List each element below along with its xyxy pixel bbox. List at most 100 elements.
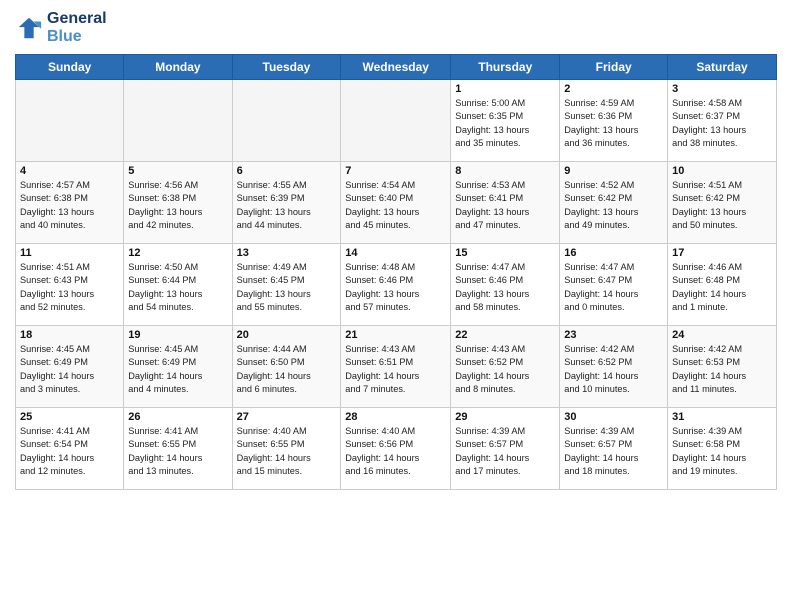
day-number: 14 — [345, 247, 446, 259]
calendar-cell: 20 Sunrise: 4:44 AM Sunset: 6:50 PM Dayli… — [232, 326, 341, 408]
day-number: 19 — [128, 329, 227, 341]
calendar-cell: 10 Sunrise: 4:51 AM Sunset: 6:42 PM Dayli… — [668, 162, 777, 244]
logo-icon — [15, 14, 43, 42]
day-info: Sunrise: 4:52 AM Sunset: 6:42 PM Dayligh… — [564, 179, 663, 232]
calendar-cell: 8Sunrise: 4:53 AM Sunset: 6:41 PM Daylig… — [451, 162, 560, 244]
day-info: Sunrise: 4:39 AM Sunset: 6:57 PM Dayligh… — [455, 425, 555, 478]
day-number: 20 — [237, 329, 337, 341]
calendar-cell: 31 Sunrise: 4:39 AM Sunset: 6:58 PM Dayli… — [668, 408, 777, 490]
day-number: 23 — [564, 329, 663, 341]
calendar-week-4: 18 Sunrise: 4:45 AM Sunset: 6:49 PM Dayli… — [16, 326, 777, 408]
calendar-cell: 16 Sunrise: 4:47 AM Sunset: 6:47 PM Dayli… — [560, 244, 668, 326]
day-info: Sunrise: 4:49 AM Sunset: 6:45 PM Dayligh… — [237, 261, 337, 314]
weekday-header-thursday: Thursday — [451, 55, 560, 80]
day-number: 13 — [237, 247, 337, 259]
calendar-week-5: 25Sunrise: 4:41 AM Sunset: 6:54 PM Dayli… — [16, 408, 777, 490]
day-info: Sunrise: 4:39 AM Sunset: 6:58 PM Dayligh… — [672, 425, 772, 478]
calendar-cell: 6Sunrise: 4:55 AM Sunset: 6:39 PM Daylig… — [232, 162, 341, 244]
day-number: 2 — [564, 83, 663, 95]
calendar-cell: 17Sunrise: 4:46 AM Sunset: 6:48 PM Dayli… — [668, 244, 777, 326]
calendar-cell: 13 Sunrise: 4:49 AM Sunset: 6:45 PM Dayli… — [232, 244, 341, 326]
calendar-week-2: 4 Sunrise: 4:57 AM Sunset: 6:38 PM Daylig… — [16, 162, 777, 244]
day-number: 12 — [128, 247, 227, 259]
header: General Blue — [15, 10, 777, 46]
day-info: Sunrise: 4:47 AM Sunset: 6:46 PM Dayligh… — [455, 261, 555, 314]
day-info: Sunrise: 4:51 AM Sunset: 6:42 PM Dayligh… — [672, 179, 772, 232]
calendar-table: SundayMondayTuesdayWednesdayThursdayFrid… — [15, 54, 777, 490]
day-info: Sunrise: 4:55 AM Sunset: 6:39 PM Dayligh… — [237, 179, 337, 232]
day-info: Sunrise: 4:40 AM Sunset: 6:56 PM Dayligh… — [345, 425, 446, 478]
day-info: Sunrise: 4:45 AM Sunset: 6:49 PM Dayligh… — [20, 343, 119, 396]
calendar-cell: 15Sunrise: 4:47 AM Sunset: 6:46 PM Dayli… — [451, 244, 560, 326]
day-number: 26 — [128, 411, 227, 423]
day-info: Sunrise: 4:41 AM Sunset: 6:55 PM Dayligh… — [128, 425, 227, 478]
calendar-week-1: 1 Sunrise: 5:00 AM Sunset: 6:35 PM Daylig… — [16, 80, 777, 162]
day-info: Sunrise: 4:44 AM Sunset: 6:50 PM Dayligh… — [237, 343, 337, 396]
day-number: 22 — [455, 329, 555, 341]
calendar-cell: 24 Sunrise: 4:42 AM Sunset: 6:53 PM Dayli… — [668, 326, 777, 408]
day-number: 28 — [345, 411, 446, 423]
day-number: 1 — [455, 83, 555, 95]
calendar-cell: 7 Sunrise: 4:54 AM Sunset: 6:40 PM Daylig… — [341, 162, 451, 244]
calendar-cell: 5Sunrise: 4:56 AM Sunset: 6:38 PM Daylig… — [124, 162, 232, 244]
day-info: Sunrise: 4:54 AM Sunset: 6:40 PM Dayligh… — [345, 179, 446, 232]
calendar-cell: 14 Sunrise: 4:48 AM Sunset: 6:46 PM Dayli… — [341, 244, 451, 326]
day-number: 27 — [237, 411, 337, 423]
calendar-cell: 4 Sunrise: 4:57 AM Sunset: 6:38 PM Daylig… — [16, 162, 124, 244]
day-number: 9 — [564, 165, 663, 177]
day-number: 11 — [20, 247, 119, 259]
calendar-cell: 28 Sunrise: 4:40 AM Sunset: 6:56 PM Dayli… — [341, 408, 451, 490]
day-number: 24 — [672, 329, 772, 341]
calendar-cell: 30Sunrise: 4:39 AM Sunset: 6:57 PM Dayli… — [560, 408, 668, 490]
day-number: 7 — [345, 165, 446, 177]
calendar-cell: 18 Sunrise: 4:45 AM Sunset: 6:49 PM Dayli… — [16, 326, 124, 408]
day-info: Sunrise: 4:59 AM Sunset: 6:36 PM Dayligh… — [564, 97, 663, 150]
calendar-cell: 23 Sunrise: 4:42 AM Sunset: 6:52 PM Dayli… — [560, 326, 668, 408]
calendar-cell: 29 Sunrise: 4:39 AM Sunset: 6:57 PM Dayli… — [451, 408, 560, 490]
day-number: 18 — [20, 329, 119, 341]
day-info: Sunrise: 4:45 AM Sunset: 6:49 PM Dayligh… — [128, 343, 227, 396]
day-info: Sunrise: 4:47 AM Sunset: 6:47 PM Dayligh… — [564, 261, 663, 314]
day-info: Sunrise: 4:51 AM Sunset: 6:43 PM Dayligh… — [20, 261, 119, 314]
logo-text: General Blue — [47, 10, 107, 46]
day-number: 31 — [672, 411, 772, 423]
day-number: 30 — [564, 411, 663, 423]
day-info: Sunrise: 4:42 AM Sunset: 6:52 PM Dayligh… — [564, 343, 663, 396]
day-number: 25 — [20, 411, 119, 423]
calendar-cell: 25Sunrise: 4:41 AM Sunset: 6:54 PM Dayli… — [16, 408, 124, 490]
day-info: Sunrise: 4:56 AM Sunset: 6:38 PM Dayligh… — [128, 179, 227, 232]
day-number: 16 — [564, 247, 663, 259]
day-info: Sunrise: 4:43 AM Sunset: 6:52 PM Dayligh… — [455, 343, 555, 396]
calendar-cell — [341, 80, 451, 162]
weekday-header-monday: Monday — [124, 55, 232, 80]
calendar-cell: 11 Sunrise: 4:51 AM Sunset: 6:43 PM Dayli… — [16, 244, 124, 326]
day-info: Sunrise: 4:58 AM Sunset: 6:37 PM Dayligh… — [672, 97, 772, 150]
calendar-cell: 19 Sunrise: 4:45 AM Sunset: 6:49 PM Dayli… — [124, 326, 232, 408]
calendar-cell: 1 Sunrise: 5:00 AM Sunset: 6:35 PM Daylig… — [451, 80, 560, 162]
day-number: 8 — [455, 165, 555, 177]
day-info: Sunrise: 4:57 AM Sunset: 6:38 PM Dayligh… — [20, 179, 119, 232]
day-info: Sunrise: 4:43 AM Sunset: 6:51 PM Dayligh… — [345, 343, 446, 396]
calendar-cell: 3 Sunrise: 4:58 AM Sunset: 6:37 PM Daylig… — [668, 80, 777, 162]
day-number: 29 — [455, 411, 555, 423]
day-number: 4 — [20, 165, 119, 177]
calendar-cell: 2 Sunrise: 4:59 AM Sunset: 6:36 PM Daylig… — [560, 80, 668, 162]
day-number: 3 — [672, 83, 772, 95]
calendar-page: General Blue SundayMondayTuesdayWednesda… — [0, 0, 792, 612]
weekday-header-tuesday: Tuesday — [232, 55, 341, 80]
day-info: Sunrise: 5:00 AM Sunset: 6:35 PM Dayligh… — [455, 97, 555, 150]
calendar-cell: 21 Sunrise: 4:43 AM Sunset: 6:51 PM Dayli… — [341, 326, 451, 408]
day-info: Sunrise: 4:48 AM Sunset: 6:46 PM Dayligh… — [345, 261, 446, 314]
day-info: Sunrise: 4:42 AM Sunset: 6:53 PM Dayligh… — [672, 343, 772, 396]
calendar-cell: 9 Sunrise: 4:52 AM Sunset: 6:42 PM Daylig… — [560, 162, 668, 244]
calendar-cell — [124, 80, 232, 162]
day-number: 10 — [672, 165, 772, 177]
weekday-header-friday: Friday — [560, 55, 668, 80]
weekday-header-sunday: Sunday — [16, 55, 124, 80]
day-number: 21 — [345, 329, 446, 341]
day-number: 17 — [672, 247, 772, 259]
calendar-cell: 22 Sunrise: 4:43 AM Sunset: 6:52 PM Dayli… — [451, 326, 560, 408]
weekday-header-wednesday: Wednesday — [341, 55, 451, 80]
day-info: Sunrise: 4:50 AM Sunset: 6:44 PM Dayligh… — [128, 261, 227, 314]
logo: General Blue — [15, 10, 107, 46]
